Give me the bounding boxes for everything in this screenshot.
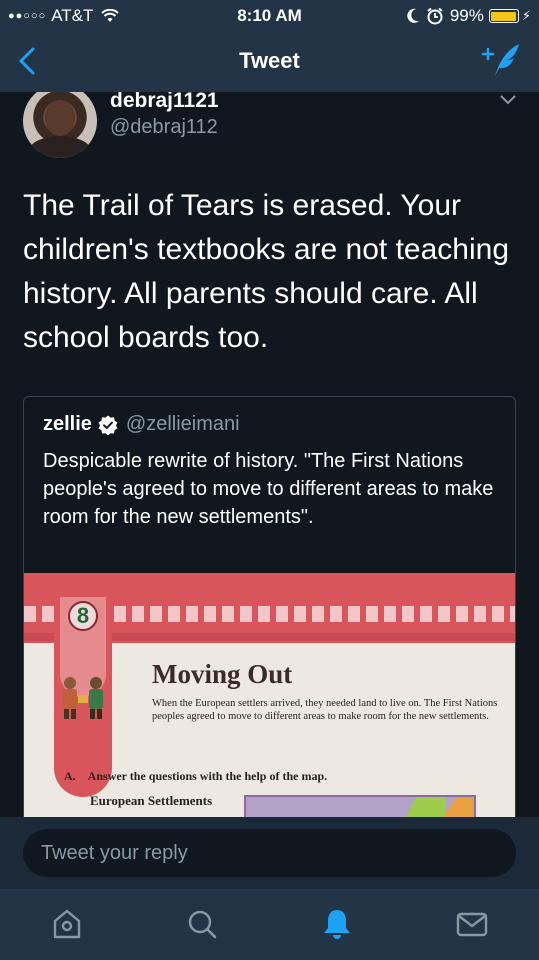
battery-fill (491, 11, 517, 21)
battery-icon (488, 9, 519, 23)
avatar-shoulders (29, 136, 91, 158)
avatar[interactable] (23, 92, 97, 158)
question-text: Answer the questions with the help of th… (87, 769, 328, 783)
nav-bar: Tweet (0, 32, 539, 92)
author-display-name[interactable]: debraj1121 (110, 92, 219, 113)
search-icon[interactable] (185, 907, 219, 941)
charging-icon: ⚡ (521, 8, 531, 23)
author-handle[interactable]: @debraj112 (110, 116, 218, 139)
settlers-illustration-icon (63, 677, 103, 719)
alarm-icon (427, 7, 443, 25)
verified-badge-icon (98, 415, 118, 435)
battery-percent: 99% (449, 6, 484, 25)
tweet-detail: debraj1121 @debraj112 The Trail of Tears… (0, 92, 539, 817)
quoted-tweet-image[interactable]: 8 Moving Out When the European settlers … (24, 573, 515, 817)
avatar-face (45, 100, 75, 136)
question-letter: A. (64, 769, 76, 783)
chapter-number: 8 (68, 601, 98, 631)
tab-bar (0, 889, 539, 960)
page-title: Tweet (239, 48, 300, 73)
tweet-text: The Trail of Tears is erased. Your child… (23, 189, 510, 354)
status-bar-right: 99% ⚡ (406, 6, 531, 26)
quoted-tweet-header: zellie @zellieimani (43, 413, 240, 436)
quoted-author-name: zellie (43, 413, 92, 435)
compose-tweet-icon[interactable] (481, 42, 521, 78)
status-bar: ●●○○○ AT&T 8:10 AM 99% ⚡ (0, 0, 539, 32)
textbook-question: A. Answer the questions with the help of … (64, 769, 327, 784)
quoted-author-handle: @zellieimani (125, 413, 240, 435)
textbook-subheading: European Settlements (90, 793, 213, 808)
reply-input[interactable]: Tweet your reply (23, 829, 516, 877)
reply-bar: Tweet your reply (0, 817, 539, 889)
chevron-down-icon[interactable] (499, 94, 517, 106)
home-icon[interactable] (50, 907, 84, 941)
quoted-tweet-text: Despicable rewrite of history. "The Firs… (43, 450, 494, 528)
messages-icon[interactable] (455, 907, 489, 941)
notifications-icon[interactable] (320, 907, 354, 941)
moon-icon (407, 8, 419, 23)
quoted-tweet[interactable]: zellie @zellieimani Despicable rewrite o… (23, 396, 516, 817)
textbook-body: When the European settlers arrived, they… (152, 698, 498, 722)
textbook-title: Moving Out (152, 659, 293, 689)
